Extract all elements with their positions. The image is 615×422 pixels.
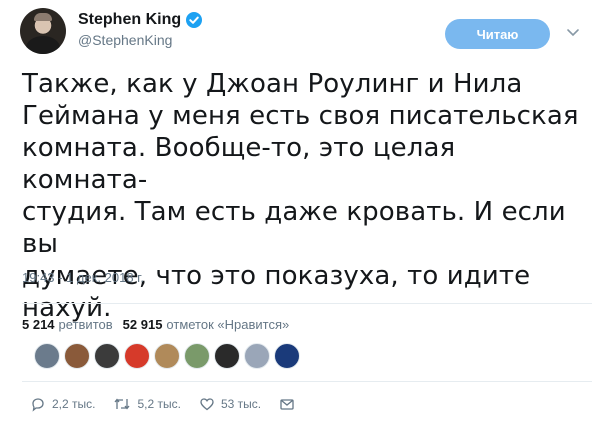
retweet-icon	[114, 398, 130, 410]
retweets-count: 5 214	[22, 317, 55, 332]
reply-button[interactable]: 2,2 тыс.	[30, 396, 95, 412]
avatar-hair	[34, 13, 52, 21]
tweet-header: Stephen King @StephenKing Читаю	[20, 8, 600, 58]
liker-avatar[interactable]	[124, 343, 150, 369]
chevron-down-icon[interactable]	[566, 26, 580, 40]
liker-avatar[interactable]	[64, 343, 90, 369]
author-info[interactable]: Stephen King @StephenKing	[78, 11, 203, 48]
liker-avatar[interactable]	[94, 343, 120, 369]
retweet-button[interactable]: 5,2 тыс.	[113, 396, 181, 412]
author-name-row[interactable]: Stephen King	[78, 11, 203, 29]
reply-icon	[32, 398, 44, 412]
tweet-line: студия. Там есть даже кровать. И если вы	[22, 197, 566, 259]
following-button[interactable]: Читаю	[445, 19, 550, 49]
likes-stat[interactable]: 52 915 отметок «Нравится»	[123, 317, 290, 332]
likes-label: отметок «Нравится»	[166, 317, 290, 332]
author-name[interactable]: Stephen King	[78, 11, 181, 29]
author-avatar[interactable]	[20, 8, 66, 54]
tweet-text: Также, как у Джоан Роулинг и Нила Гейман…	[22, 68, 587, 324]
divider	[22, 381, 592, 382]
tweet-line: Также, как у Джоан Роулинг и Нила	[22, 69, 523, 99]
verified-badge-icon	[186, 12, 203, 28]
author-handle[interactable]: @StephenKing	[78, 32, 202, 48]
like-button[interactable]: 53 тыс.	[199, 396, 261, 412]
liker-avatar[interactable]	[154, 343, 180, 369]
envelope-icon	[280, 399, 294, 410]
likers-avatars	[34, 343, 300, 369]
reply-count: 2,2 тыс.	[52, 397, 96, 411]
liker-avatar[interactable]	[214, 343, 240, 369]
retweet-count: 5,2 тыс.	[137, 397, 181, 411]
liker-avatar[interactable]	[274, 343, 300, 369]
direct-message-button[interactable]	[279, 396, 301, 412]
liker-avatar[interactable]	[34, 343, 60, 369]
tweet-stats: 5 214 ретвитов 52 915 отметок «Нравится»	[22, 317, 289, 332]
heart-icon	[200, 398, 214, 411]
tweet-line: Геймана у меня есть своя писательская	[22, 101, 579, 131]
liker-avatar[interactable]	[244, 343, 270, 369]
avatar-shirt	[26, 36, 60, 54]
like-count: 53 тыс.	[220, 397, 262, 411]
tweet-line: комната. Вообще-то, это целая комната-	[22, 133, 456, 195]
retweets-label: ретвитов	[58, 317, 113, 332]
liker-avatar[interactable]	[184, 343, 210, 369]
likes-count: 52 915	[122, 317, 163, 332]
tweet-actions: 2,2 тыс. 5,2 тыс. 53 тыс.	[30, 396, 319, 412]
divider	[22, 303, 592, 304]
retweets-stat[interactable]: 5 214 ретвитов	[22, 317, 113, 332]
tweet-timestamp[interactable]: 19:43 - 1 дек. 2018 г.	[22, 270, 144, 285]
